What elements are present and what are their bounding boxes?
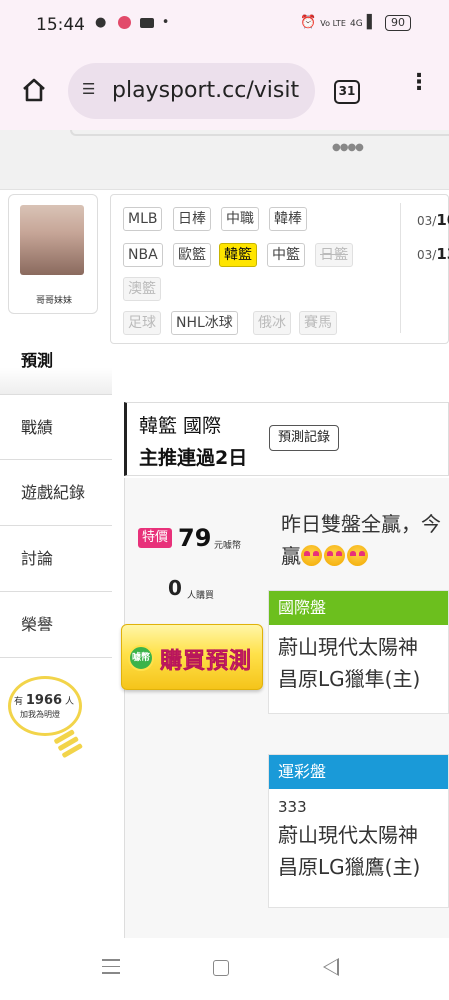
comment-line: 贏 bbox=[281, 540, 449, 572]
overflow-menu-icon[interactable]: ⋮ bbox=[408, 72, 430, 108]
star-eyes-emoji-icon bbox=[301, 545, 322, 566]
profile-name[interactable]: 哥哥妹妹 bbox=[9, 293, 99, 306]
chat-icon: ● bbox=[95, 15, 111, 30]
sidebar: 哥哥妹妹 預測 戰績 遊戲紀錄 討論 榮譽 有 1966 人 加我為明燈 bbox=[0, 190, 112, 938]
sidebar-item-game-log[interactable]: 遊戲紀錄 bbox=[0, 460, 112, 526]
league-tag-japan-basketball: 日籃 bbox=[315, 243, 353, 267]
status-bar: 15:44 ● • ⏰ Vo LTE 4G ▌ 90 bbox=[0, 0, 449, 52]
browser-toolbar: ☰ playsport.cc/visit 31 ⋮ bbox=[0, 52, 449, 130]
league-tag-korea-baseball[interactable]: 韓棒 bbox=[269, 207, 307, 231]
fans-count: 1966 bbox=[25, 693, 63, 708]
international-pick-card: 國際盤 蔚山現代太陽神 昌原LG獵隼(主) bbox=[268, 590, 449, 714]
pick-team: 蔚山現代太陽神 bbox=[278, 635, 418, 659]
league-tag-russia-hockey: 俄冰 bbox=[253, 311, 291, 335]
signal-icon: ▌ bbox=[366, 15, 377, 30]
network-label: 4G bbox=[350, 19, 363, 29]
app-notification-icon bbox=[118, 16, 132, 29]
carousel-dots-icon[interactable]: ●●●● bbox=[332, 142, 364, 153]
home-nav-icon[interactable] bbox=[213, 960, 229, 976]
comment-line: 昨日雙盤全贏，今 bbox=[281, 512, 441, 536]
special-price-badge: 特價 bbox=[138, 528, 172, 548]
league-filter-panel: MLB 日棒 中職 韓棒 NBA 歐籃 韓籃 中籃 日籃 澳籃 足球 NHL冰球… bbox=[110, 194, 449, 344]
pick-team: 昌原LG獵鷹(主) bbox=[278, 855, 421, 879]
league-tag-horse-racing: 賽馬 bbox=[299, 311, 337, 335]
home-icon[interactable] bbox=[20, 76, 48, 104]
league-tag-euro-basketball[interactable]: 歐籃 bbox=[173, 243, 211, 267]
sidebar-item-honor[interactable]: 榮譽 bbox=[0, 592, 112, 658]
fans-suffix: 人 bbox=[64, 697, 74, 707]
date-item[interactable]: 03/13 bbox=[417, 245, 449, 263]
fans-caption: 加我為明燈 bbox=[20, 710, 60, 719]
profile-card[interactable]: 哥哥妹妹 bbox=[8, 194, 98, 314]
league-tag-cpbl[interactable]: 中職 bbox=[221, 207, 259, 231]
recents-icon[interactable] bbox=[102, 959, 120, 975]
lottery-pick-header: 運彩盤 bbox=[269, 755, 448, 789]
league-tag-china-basketball[interactable]: 中籃 bbox=[267, 243, 305, 267]
panel-divider bbox=[400, 203, 401, 333]
address-bar[interactable]: ☰ playsport.cc/visit bbox=[68, 63, 315, 119]
prediction-comment: 昨日雙盤全贏，今 贏 bbox=[281, 508, 449, 572]
status-time: 15:44 bbox=[36, 15, 85, 35]
buy-prediction-label: 購買預測 bbox=[160, 649, 253, 675]
league-tag-australia-basketball: 澳籃 bbox=[123, 277, 161, 301]
coin-icon: 噱幣 bbox=[128, 645, 154, 671]
prediction-title-block: 韓籃 國際 主推連過2日 預測記錄 bbox=[124, 402, 449, 476]
battery-icon: 90 bbox=[385, 15, 411, 31]
sidebar-item-record[interactable]: 戰績 bbox=[0, 394, 112, 460]
pick-team: 昌原LG獵隼(主) bbox=[278, 667, 421, 691]
system-icons: ⏰ Vo LTE 4G ▌ 90 bbox=[300, 15, 411, 31]
pick-code: 333 bbox=[278, 798, 307, 816]
buyers-unit: 人購買 bbox=[187, 591, 215, 601]
notification-icons: ● • bbox=[95, 15, 173, 30]
fans-prefix: 有 bbox=[14, 697, 24, 707]
date-item[interactable]: 03/10 bbox=[417, 211, 449, 229]
back-icon[interactable] bbox=[323, 958, 339, 976]
prediction-streak: 主推連過2日 bbox=[139, 447, 248, 469]
lottery-pick-body: 333 蔚山現代太陽神 昌原LG獵鷹(主) bbox=[269, 789, 448, 883]
page-header-band: ●●●● bbox=[0, 130, 449, 190]
tab-switcher-button[interactable]: 31 bbox=[334, 80, 360, 104]
prediction-league-title: 韓籃 國際 bbox=[139, 415, 222, 437]
sidebar-item-predict[interactable]: 預測 bbox=[0, 328, 112, 394]
price-unit: 元噱幣 bbox=[214, 541, 242, 551]
price-value: 79 bbox=[178, 524, 212, 552]
international-pick-header: 國際盤 bbox=[269, 591, 448, 625]
date-day: 10 bbox=[436, 211, 449, 229]
league-tag-nba[interactable]: NBA bbox=[123, 243, 163, 267]
more-dot-icon: • bbox=[161, 15, 174, 30]
sidebar-item-discussion[interactable]: 討論 bbox=[0, 526, 112, 592]
site-settings-icon[interactable]: ☰ bbox=[82, 80, 95, 98]
star-eyes-emoji-icon bbox=[347, 545, 368, 566]
comment-text: 贏 bbox=[281, 544, 301, 568]
league-tag-soccer: 足球 bbox=[123, 311, 161, 335]
league-tag-korea-basketball[interactable]: 韓籃 bbox=[219, 243, 257, 267]
buyers-count: 0 bbox=[168, 576, 182, 600]
avatar[interactable] bbox=[20, 205, 84, 275]
alarm-icon: ⏰ bbox=[299, 15, 317, 30]
date-month: 03/ bbox=[417, 214, 437, 228]
date-day: 13 bbox=[436, 245, 449, 263]
volte-label: Vo LTE bbox=[320, 19, 346, 28]
star-eyes-emoji-icon bbox=[324, 545, 345, 566]
lottery-pick-card: 運彩盤 333 蔚山現代太陽神 昌原LG獵鷹(主) bbox=[268, 754, 449, 908]
league-tag-mlb[interactable]: MLB bbox=[123, 207, 163, 231]
prediction-record-button[interactable]: 預測記錄 bbox=[269, 425, 339, 451]
video-icon bbox=[139, 17, 154, 28]
header-frame bbox=[70, 130, 449, 136]
league-tag-japan-baseball[interactable]: 日棒 bbox=[173, 207, 211, 231]
system-nav-bar bbox=[0, 938, 449, 1000]
buy-prediction-button[interactable]: 噱幣 購買預測 bbox=[121, 624, 263, 690]
pick-team: 蔚山現代太陽神 bbox=[278, 823, 418, 847]
fans-count-line: 有 1966 人 bbox=[14, 693, 74, 708]
date-month: 03/ bbox=[417, 248, 437, 262]
league-tag-nhl[interactable]: NHL冰球 bbox=[171, 311, 238, 335]
international-pick-body: 蔚山現代太陽神 昌原LG獵隼(主) bbox=[269, 625, 448, 695]
url-text[interactable]: playsport.cc/visit bbox=[112, 78, 307, 103]
